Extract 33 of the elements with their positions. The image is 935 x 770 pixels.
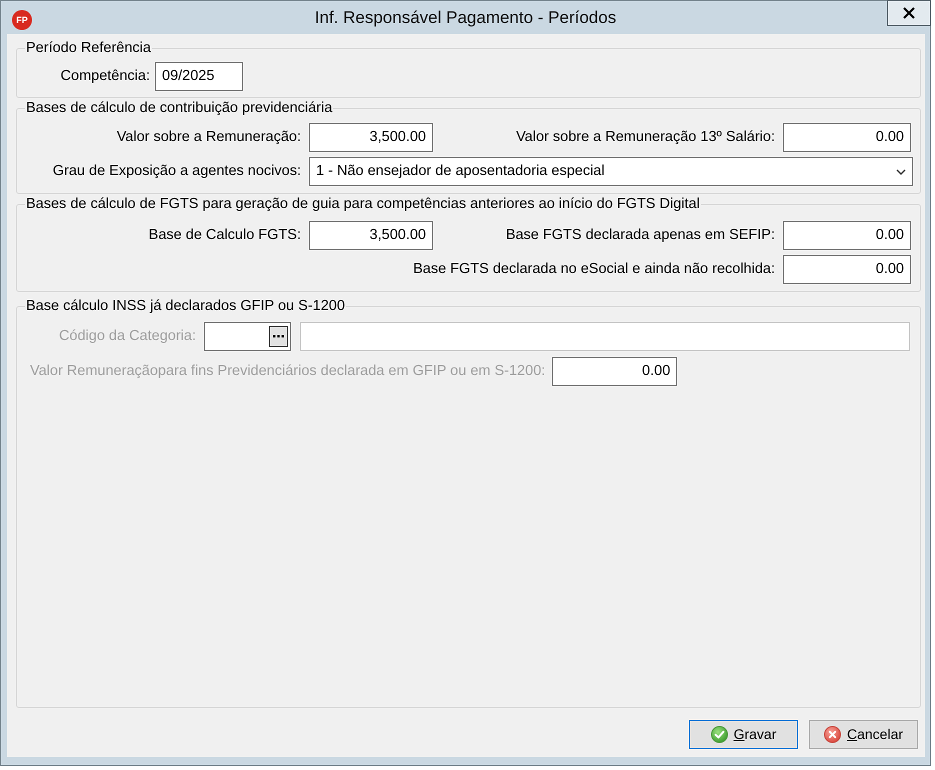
number-field[interactable]: 3,500.00 bbox=[309, 123, 433, 152]
field-label: Base de Calculo FGTS: bbox=[148, 227, 301, 244]
text-field[interactable]: 09/2025 bbox=[155, 62, 243, 91]
close-button[interactable] bbox=[887, 0, 931, 26]
number-field[interactable]: 0.00 bbox=[783, 123, 911, 152]
field-label: Base FGTS declarada apenas em SEFIP: bbox=[506, 227, 775, 244]
field-label: Base FGTS declarada no eSocial e ainda não recolhida: bbox=[413, 261, 775, 278]
number-field[interactable]: 3,500.00 bbox=[309, 221, 433, 250]
field-label: Valor sobre a Remuneração: bbox=[116, 129, 301, 146]
chevron-down-icon bbox=[896, 168, 906, 174]
group-title: Base cálculo INSS já declarados GFIP ou S-1200 bbox=[25, 298, 346, 315]
close-icon bbox=[903, 7, 915, 19]
field-label: Competência: bbox=[60, 68, 150, 85]
dropdown-field[interactable]: 1 - Não ensejador de aposentadoria especial bbox=[309, 157, 913, 186]
field-label: Valor sobre a Remuneração 13º Salário: bbox=[516, 129, 775, 146]
cancel-button[interactable]: Cancelar bbox=[809, 720, 918, 749]
browse-button[interactable] bbox=[269, 326, 288, 347]
window-title: Inf. Responsável Pagamento - Períodos bbox=[314, 7, 616, 30]
field-label: Valor Remuneraçãopara fins Previdenciários declarada em GFIP ou em S-1200: bbox=[30, 363, 546, 380]
group-title: Bases de cálculo de FGTS para geração de guia para competências anteriores ao início do FGTS Digital bbox=[25, 196, 701, 213]
number-field[interactable]: 0.00 bbox=[783, 255, 911, 284]
number-field[interactable]: 0.00 bbox=[783, 221, 911, 250]
app-logo: FP bbox=[12, 10, 32, 30]
save-button[interactable]: Gravar bbox=[689, 720, 798, 749]
ellipsis-icon bbox=[273, 335, 284, 338]
x-circle-icon bbox=[824, 726, 841, 743]
description-field[interactable] bbox=[300, 322, 910, 351]
field-label: Código da Categoria: bbox=[58, 328, 196, 345]
check-circle-icon bbox=[710, 726, 728, 743]
field-label: Grau de Exposição a agentes nocivos: bbox=[52, 163, 301, 180]
code-field[interactable] bbox=[204, 322, 291, 351]
group-title: Período Referência bbox=[25, 40, 152, 57]
group-title: Bases de cálculo de contribuição previdenciária bbox=[25, 100, 334, 117]
